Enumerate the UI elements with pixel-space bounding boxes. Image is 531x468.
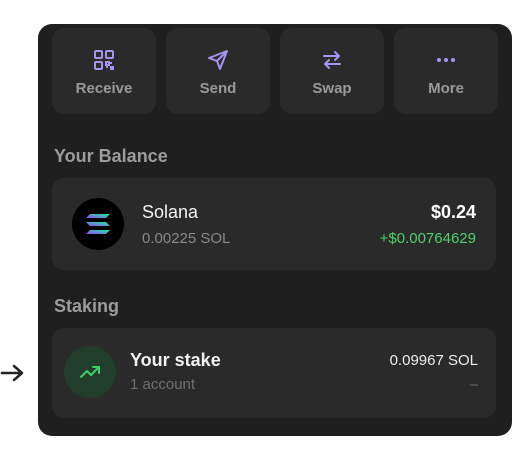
more-icon [432,46,460,74]
token-change: +$0.00764629 [379,230,476,247]
stake-account-count: 1 account [130,376,196,393]
send-button[interactable]: Send [166,28,270,114]
qr-code-icon [90,46,118,74]
token-amount: 0.00225 SOL [142,230,231,247]
swap-label: Swap [312,79,352,97]
stake-value: 0.09967 SOL [389,352,478,369]
more-label: More [428,79,464,97]
receive-label: Receive [75,79,133,97]
quick-actions: Receive Send Swap More [52,28,498,114]
balance-section-title: Your Balance [54,146,168,166]
stake-title: Your stake [130,350,221,370]
token-value: $0.24 [430,202,476,222]
staking-section-title: Staking [54,296,120,316]
token-row-solana[interactable]: Solana 0.00225 SOL $0.24 +$0.00764629 [52,178,496,270]
send-label: Send [199,79,237,97]
arrow-right-icon [0,364,24,382]
stake-change: – [469,376,478,393]
more-button[interactable]: More [394,28,498,114]
trending-up-icon [64,346,116,398]
receive-button[interactable]: Receive [52,28,156,114]
token-name: Solana [142,202,199,222]
swap-button[interactable]: Swap [280,28,384,114]
stake-row[interactable]: Your stake 1 account 0.09967 SOL – [52,328,496,418]
swap-icon [318,46,346,74]
solana-logo-icon [72,198,124,250]
wallet-panel: Receive Send Swap More Your Balance Sola… [38,24,512,436]
send-icon [204,46,232,74]
